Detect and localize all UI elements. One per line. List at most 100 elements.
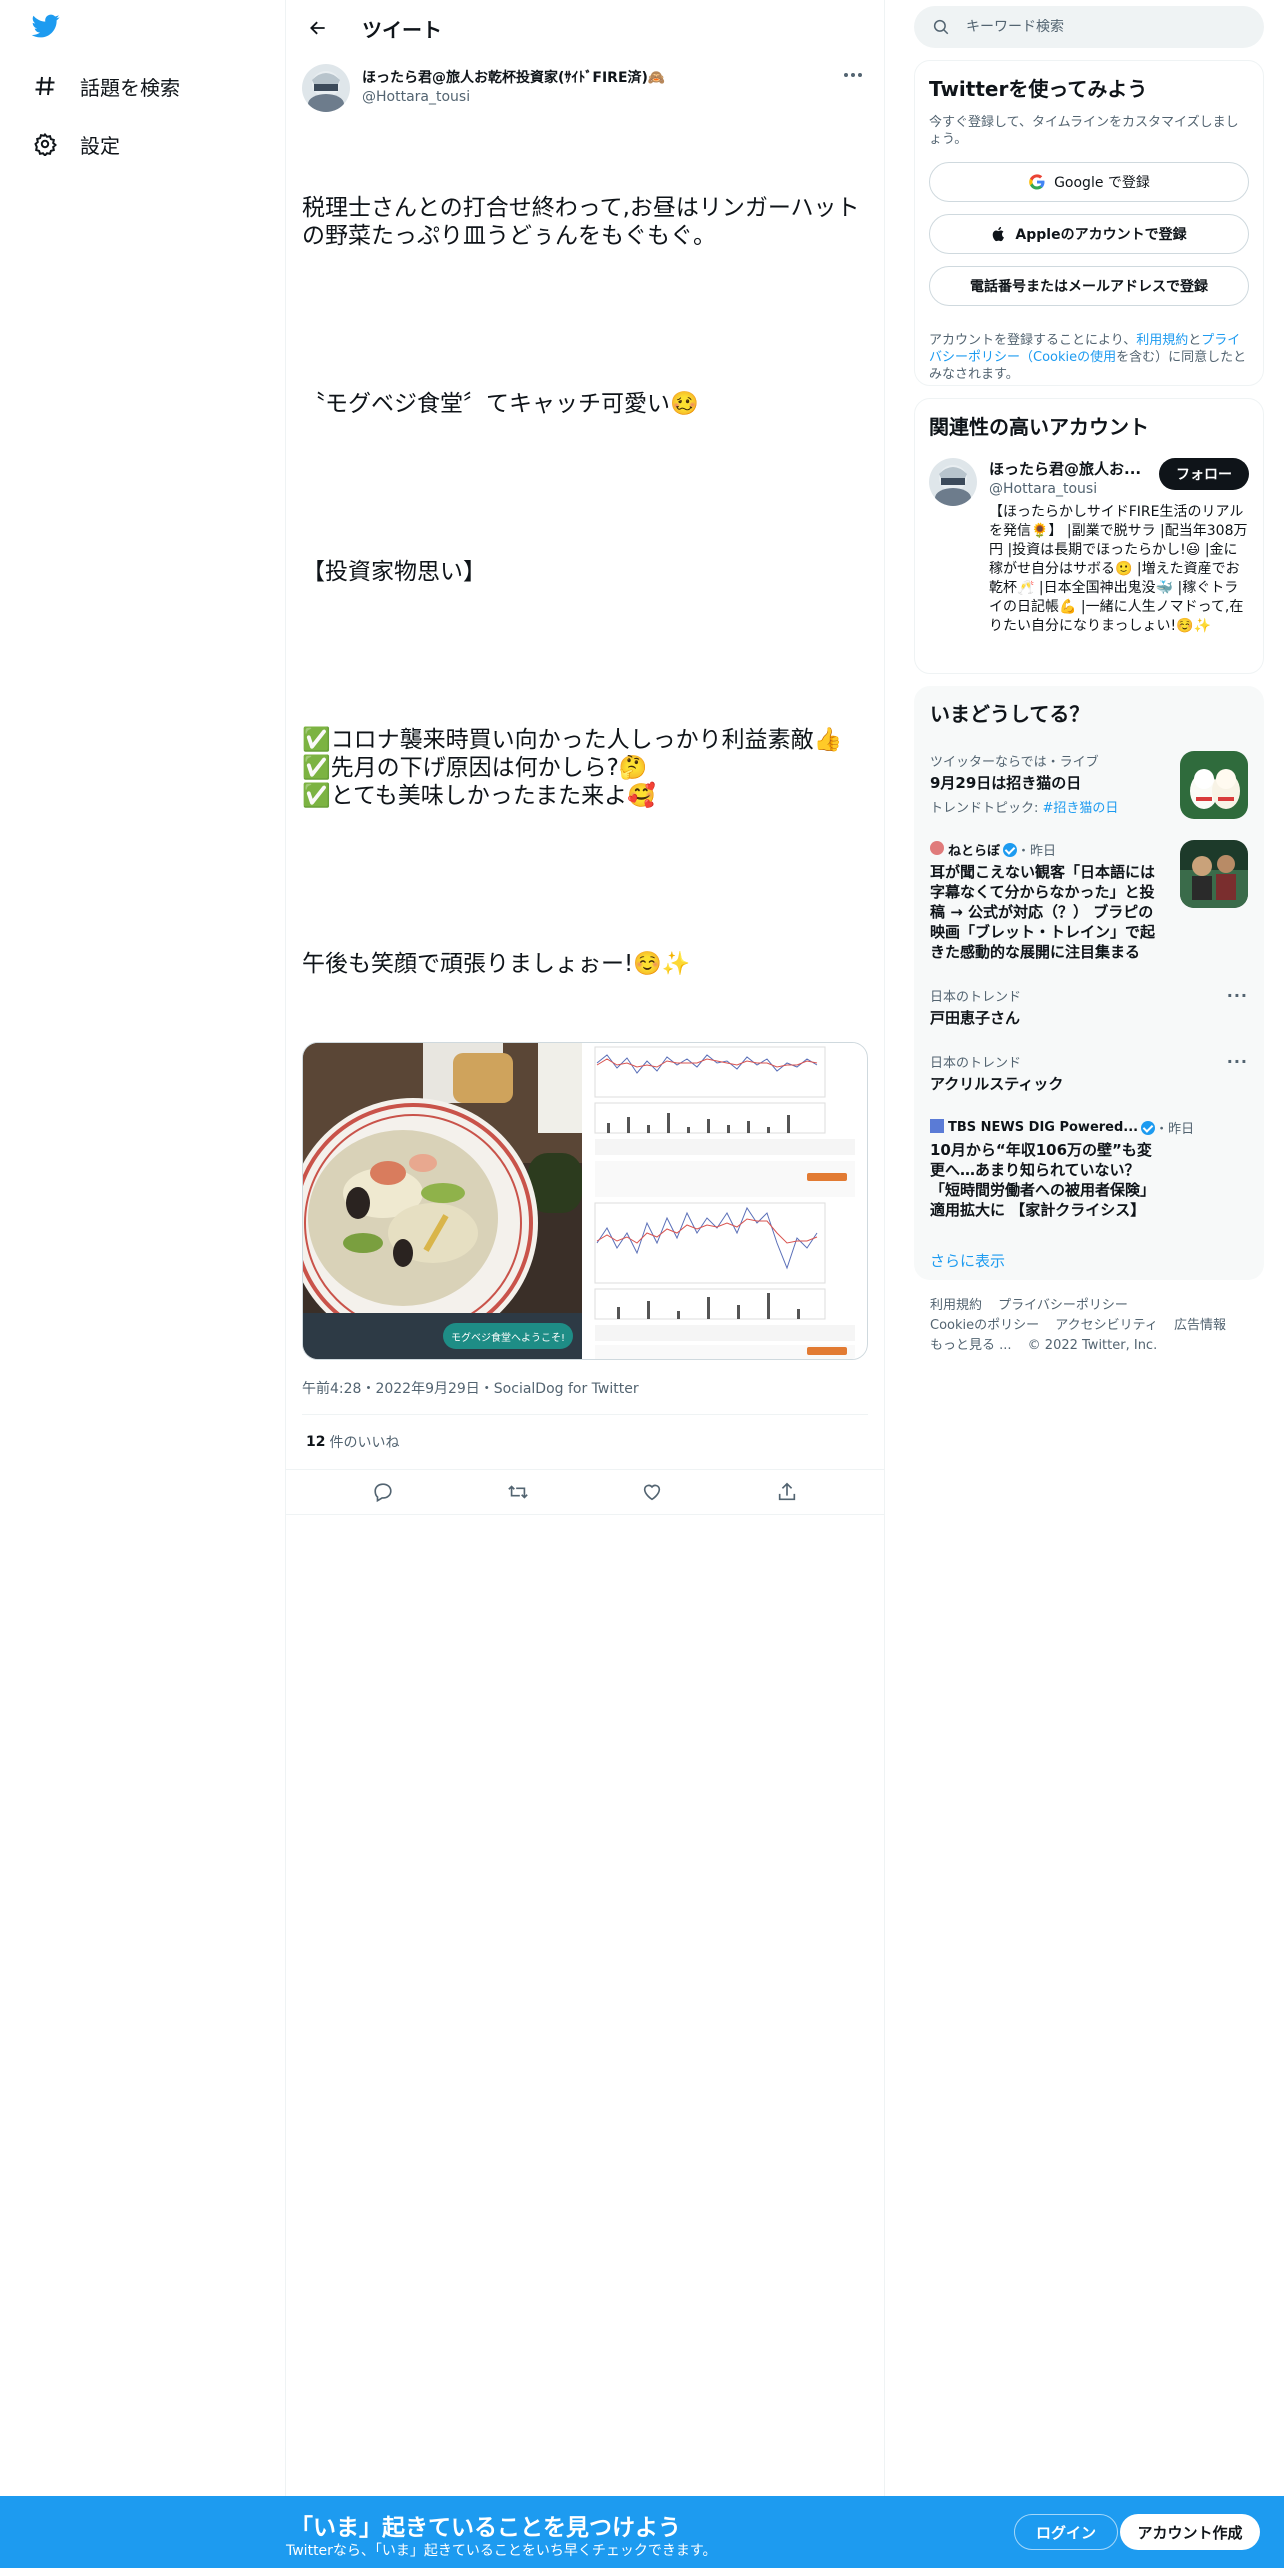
nav-explore-label: 話題を検索 [80,75,180,100]
tweet-paragraph: 【投資家物思い】 [302,559,486,585]
retweet-button[interactable] [498,1472,538,1512]
trend-sub-prefix: トレンドトピック: [930,801,1043,816]
footer-ads-link[interactable]: 広告情報 [1174,1318,1226,1333]
tweet-timestamp[interactable]: 午前4:28・2022年9月29日・SocialDog for Twitter [302,1378,868,1398]
trend-item[interactable]: ツイッターならでは・ライブ 9月29日は招き猫の日 トレンドトピック: #招き猫… [930,751,1248,819]
trend-context: 日本のトレンド [930,990,1022,1005]
news-source: TBS NEWS DIG Powered... ・昨日 [930,1118,1248,1137]
tweet-text: 税理士さんとの打合せ終わって,お昼はリンガーハットの野菜たっぷり皿うどぅんをもぐ… [302,138,868,1034]
divider [884,0,885,2496]
tweet-author: ほったら君@旅人お乾杯投資家(ｻｲﾄﾞFIRE済)🙈 @Hottara_tous… [302,64,868,114]
legal-and: と [1188,333,1202,348]
ellipsis-icon [844,73,862,77]
trend-item[interactable]: 日本のトレンド 戸田恵子さん ··· [930,986,1248,1028]
footer-more-link[interactable]: もっと見る ... [930,1338,1012,1353]
author-handle[interactable]: @Hottara_tousi [362,89,838,105]
photo-caption: モグベジ食堂へようこそ! [451,1331,565,1344]
related-accounts-card: 関連性の高いアカウント ほったら君@旅人お... @Hottara_tousi [914,398,1264,674]
author-meta: ほったら君@旅人お乾杯投資家(ｻｲﾄﾞFIRE済)🙈 @Hottara_tous… [362,64,838,105]
more-options-button[interactable] [838,60,868,90]
likes-stat[interactable]: 12 件のいいね [302,1415,868,1469]
related-account-body: ほったら君@旅人お... @Hottara_tousi フォロー 【ほったらかし… [989,458,1249,636]
back-button[interactable] [300,10,336,46]
trend-hashtag-link[interactable]: #招き猫の日 [1043,801,1119,816]
trends-title: いまどうしてる？ [930,702,1090,726]
retweet-icon [507,1485,528,1499]
source-avatar [930,1118,944,1137]
more-icon[interactable]: ··· [1227,986,1248,1005]
news-title: 10月から“年収106万の壁”も変更へ…あまり知られていない？「短時間労働者への… [930,1141,1156,1219]
trend-title: アクリルスティック [930,1075,1064,1093]
prompt-title: 「いま」起きていることを見つけよう [290,2515,681,2541]
show-more-link[interactable]: さらに表示 [930,1250,1248,1271]
related-handle: @Hottara_tousi [989,481,1098,497]
nav-explore[interactable]: 話題を検索 [32,66,180,106]
hashtag-icon [32,73,58,99]
left-nav: 話題を検索 設定 [0,0,286,2496]
verified-icon [1141,1120,1156,1135]
right-sidebar: Twitterを使ってみよう 今すぐ登録して、タイムラインをカスタマイズしましょ… [914,0,1264,1356]
footer-accessibility-link[interactable]: アクセシビリティ [1055,1318,1158,1333]
search-input[interactable] [966,19,1226,35]
phone-email-signup-button[interactable]: 電話番号またはメールアドレスで登録 [929,266,1249,306]
heart-icon [644,1484,661,1501]
tweet-media: モグベジ食堂へようこそ! [302,1042,868,1360]
footer-copyright: © 2022 Twitter, Inc. [1027,1338,1158,1353]
phone-email-signup-label: 電話番号またはメールアドレスで登録 [970,279,1208,295]
more-icon[interactable]: ··· [1227,1052,1248,1071]
create-account-button[interactable]: アカウント作成 [1120,2514,1260,2550]
tweet: ほったら君@旅人お乾杯投資家(ｻｲﾄﾞFIRE済)🙈 @Hottara_tous… [286,56,884,1515]
news-source-name: TBS NEWS DIG Powered... [948,1120,1139,1135]
author-name[interactable]: ほったら君@旅人お乾杯投資家(ｻｲﾄﾞFIRE済)🙈 [362,67,838,87]
verified-icon [1003,842,1018,857]
apple-signup-button[interactable]: Appleのアカウントで登録 [929,214,1249,254]
likes-label: 件のいいね [329,1435,400,1451]
nav-settings[interactable]: 設定 [32,124,120,164]
main-column: ツイート ほったら君@旅人お乾杯投資家(ｻｲﾄﾞFIRE済)🙈 @Hottara… [286,0,884,1515]
reply-icon [374,1483,392,1503]
related-account[interactable]: ほったら君@旅人お... @Hottara_tousi フォロー 【ほったらかし… [929,458,1249,636]
avatar[interactable] [929,458,977,506]
news-item[interactable]: TBS NEWS DIG Powered... ・昨日 10月から“年収106万… [930,1118,1248,1220]
google-signup-button[interactable]: Google で登録 [929,162,1249,202]
terms-link[interactable]: 利用規約 [1136,333,1188,348]
signup-subtitle: 今すぐ登録して、タイムラインをカスタマイズしましょう。 [929,115,1239,147]
related-title: 関連性の高いアカウント [929,415,1149,439]
google-icon [1028,173,1046,191]
like-button[interactable] [632,1472,672,1512]
footer-privacy-link[interactable]: プライバシーポリシー [998,1298,1128,1313]
login-button[interactable]: ログイン [1014,2514,1118,2550]
footer-cookie-link[interactable]: Cookieのポリシー [930,1318,1039,1333]
twitter-logo-icon[interactable] [30,12,66,44]
news-thumbnail [1180,840,1248,908]
share-button[interactable] [767,1472,807,1512]
news-item[interactable]: ねとらぼ ・昨日 耳が聞こえない観客「日本語には字幕なくて分からなかった」と投稿… [930,840,1248,962]
nav-settings-label: 設定 [80,133,120,158]
related-name[interactable]: ほったら君@旅人お... [989,458,1149,479]
follow-button[interactable]: フォロー [1159,458,1249,490]
gear-icon [32,131,58,157]
share-icon [778,1482,795,1501]
tweet-paragraph: ✅コロナ襲来時買い向かった人しっかり利益素敵👍 ✅先月の下げ原因は何かしら?🤔 … [302,727,843,809]
tweet-paragraph: 〝モグベジ食堂〞てキャッチ可愛い🥴 [302,391,699,417]
likes-count: 12 [306,1434,326,1450]
trend-thumbnail [1180,751,1248,819]
trend-item[interactable]: 日本のトレンド アクリルスティック ··· [930,1052,1248,1094]
page-header: ツイート [286,0,884,56]
footer-links: 利用規約 プライバシーポリシー Cookieのポリシー アクセシビリティ 広告情… [914,1296,1264,1356]
tweet-actions [286,1469,884,1515]
prompt-subtitle: Twitterなら、「いま」起きていることをいち早くチェックできます。 [286,2543,717,2559]
reply-button[interactable] [363,1472,403,1512]
footer-terms-link[interactable]: 利用規約 [930,1298,982,1313]
news-time: ・昨日 [1155,1122,1195,1137]
google-signup-label: Google で登録 [1054,175,1150,191]
avatar[interactable] [302,64,350,112]
food-photo[interactable]: モグベジ食堂へようこそ! [303,1043,583,1359]
search-bar[interactable] [914,6,1264,48]
apple-signup-label: Appleのアカウントで登録 [1015,227,1187,243]
chart-screenshot[interactable] [587,1043,867,1359]
source-avatar [930,840,944,859]
news-title: 耳が聞こえない観客「日本語には字幕なくて分からなかった」と投稿 → 公式が対応（… [930,863,1156,961]
related-bio: 【ほったらかしサイドFIRE生活のリアルを発信🌻】 |副業で脱サラ |配当年30… [989,504,1248,634]
signup-prompt-bar: 「いま」起きていることを見つけよう Twitterなら、「いま」起きていることを… [0,2496,1284,2568]
